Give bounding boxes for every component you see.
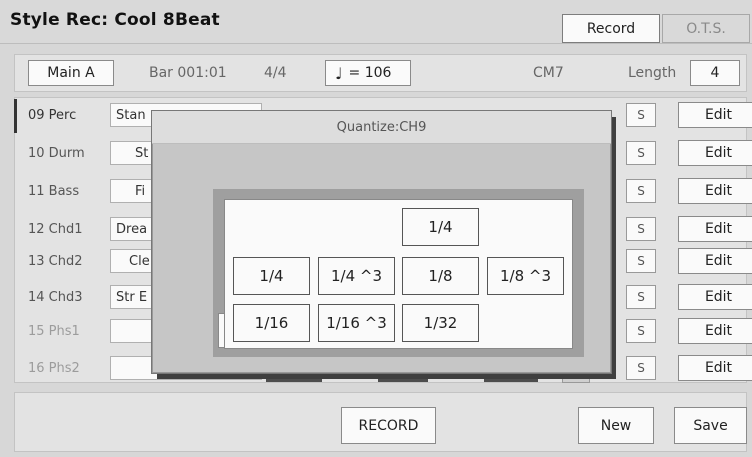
quantize-option-1-16[interactable]: 1/16 [233,304,310,342]
track-name: 14 Chd3 [28,289,83,305]
edit-button[interactable]: Edit [678,216,752,242]
edit-button[interactable]: Edit [678,318,752,344]
edit-button[interactable]: Edit [678,178,752,204]
edit-button[interactable]: Edit [678,355,752,381]
edit-button[interactable]: Edit [678,102,752,128]
new-button[interactable]: New [578,407,654,444]
track-name: 13 Chd2 [28,253,83,269]
quantize-option-1-32[interactable]: 1/32 [402,304,479,342]
track-name: 09 Perc [28,107,77,123]
current-quantize-value: 1/4 [402,208,479,246]
track-name: 16 Phs2 [28,360,80,376]
bar-position: Bar 001:01 [149,65,227,81]
record-button[interactable]: RECORD [341,407,436,444]
quantize-option-1-8-triplet[interactable]: 1/8 ^3 [487,257,564,295]
panel-edge [218,313,224,348]
quantize-option-1-4-triplet[interactable]: 1/4 ^3 [318,257,395,295]
save-button[interactable]: Save [674,407,747,444]
s-button[interactable]: S [626,179,656,203]
s-button[interactable]: S [626,285,656,309]
tempo-value: = 106 [348,65,392,81]
s-button[interactable]: S [626,319,656,343]
tab-record[interactable]: Record [562,14,660,43]
quantize-option-1-8[interactable]: 1/8 [402,257,479,295]
chord-display: CM7 [533,65,564,81]
s-button[interactable]: S [626,249,656,273]
tab-ots[interactable]: O.T.S. [662,14,750,43]
quarter-note-icon: ♩ [335,63,343,83]
s-button[interactable]: S [626,141,656,165]
s-button[interactable]: S [626,217,656,241]
edit-button[interactable]: Edit [678,248,752,274]
track-name: 15 Phs1 [28,323,80,339]
quantize-option-1-16-triplet[interactable]: 1/16 ^3 [318,304,395,342]
s-button[interactable]: S [626,103,656,127]
length-label: Length [628,65,677,81]
time-signature: 4/4 [264,65,287,81]
s-button[interactable]: S [626,356,656,380]
length-field[interactable]: 4 [690,60,740,86]
quantize-option-1-4[interactable]: 1/4 [233,257,310,295]
page-title: Style Rec: Cool 8Beat [10,10,220,30]
dialog-title: Quantize:CH9 [152,111,611,144]
track-name: 12 Chd1 [28,221,83,237]
track-name: 11 Bass [28,183,80,199]
track-name: 10 Durm [28,145,85,161]
section-button[interactable]: Main A [28,60,114,86]
edit-button[interactable]: Edit [678,284,752,310]
tempo-field[interactable]: ♩ = 106 [325,60,411,86]
edit-button[interactable]: Edit [678,140,752,166]
